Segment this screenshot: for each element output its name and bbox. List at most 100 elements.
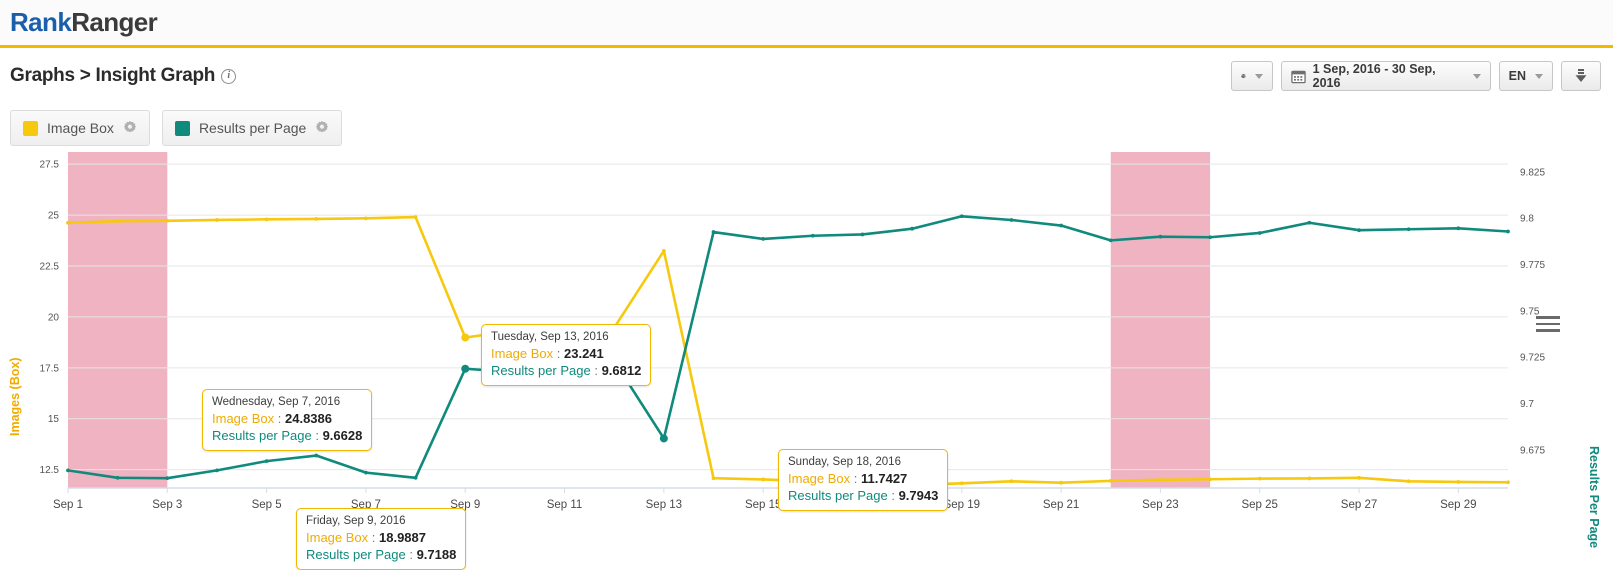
data-point xyxy=(1208,235,1212,239)
logo-ranger: Ranger xyxy=(71,7,157,37)
legend-label-results-per-page: Results per Page xyxy=(199,120,306,136)
data-point xyxy=(1010,218,1014,222)
page-toolbar: Graphs > Insight Graph i 1 Sep, 2016 xyxy=(0,48,1613,104)
legend-label-image-box: Image Box xyxy=(47,120,114,136)
data-point xyxy=(1258,231,1262,235)
date-range-label: 1 Sep, 2016 - 30 Sep, 2016 xyxy=(1313,62,1464,90)
highlight-band xyxy=(68,152,167,488)
page-title: Graphs > Insight Graph xyxy=(10,65,215,87)
hamburger-menu-icon[interactable] xyxy=(1536,316,1560,336)
gear-icon[interactable] xyxy=(123,121,137,135)
calendar-icon xyxy=(1291,69,1306,84)
legend-chip-image-box[interactable]: Image Box xyxy=(10,110,150,146)
left-axis-tick: 22.5 xyxy=(40,261,60,272)
right-axis-tick: 9.7 xyxy=(1520,399,1534,410)
x-axis-tick: Sep 3 xyxy=(152,499,182,511)
data-point xyxy=(66,221,70,225)
highlight-band xyxy=(1111,152,1210,488)
x-axis-tick: Sep 15 xyxy=(745,499,781,511)
gear-icon[interactable] xyxy=(315,121,329,135)
tooltip-date: Sunday, Sep 18, 2016 xyxy=(788,455,938,470)
data-point xyxy=(1307,221,1311,225)
series-legend: Image Box Results per Page xyxy=(0,104,1613,146)
x-axis-tick: Sep 19 xyxy=(944,499,980,511)
language-label: EN xyxy=(1509,69,1526,83)
x-axis-tick: Sep 23 xyxy=(1142,499,1178,511)
left-axis-tick: 15 xyxy=(48,414,60,425)
data-point xyxy=(1506,230,1510,234)
data-point xyxy=(1456,226,1460,230)
data-point xyxy=(66,468,70,472)
data-point xyxy=(1159,235,1163,239)
tooltip-date: Friday, Sep 9, 2016 xyxy=(306,514,456,529)
legend-chip-results-per-page[interactable]: Results per Page xyxy=(162,110,342,146)
tooltip-row-results-per-page: Results per Page : 9.6812 xyxy=(491,362,641,379)
data-point xyxy=(414,476,418,480)
data-point xyxy=(1109,238,1113,242)
chevron-down-icon xyxy=(1535,74,1543,79)
data-point xyxy=(265,217,269,221)
app-header: RankRanger xyxy=(0,0,1613,48)
download-button[interactable] xyxy=(1561,61,1601,91)
data-point xyxy=(1307,477,1311,481)
tooltip-date: Wednesday, Sep 7, 2016 xyxy=(212,395,362,410)
legend-swatch-image-box xyxy=(23,121,38,136)
data-point xyxy=(165,219,169,223)
cube-icon xyxy=(1241,68,1246,84)
tooltip-row-results-per-page: Results per Page : 9.6628 xyxy=(212,427,362,444)
data-point xyxy=(1258,477,1262,481)
data-point xyxy=(960,214,964,218)
data-point xyxy=(1357,476,1361,480)
chevron-down-icon xyxy=(1473,74,1481,79)
x-axis-tick: Sep 11 xyxy=(547,499,583,511)
breadcrumb: Graphs > Insight Graph i xyxy=(10,65,236,87)
tooltip-row-image-box: Image Box : 11.7427 xyxy=(788,470,938,487)
legend-swatch-results-per-page xyxy=(175,121,190,136)
x-axis-tick: Sep 5 xyxy=(252,499,282,511)
data-point xyxy=(811,234,815,238)
x-axis-tick: Sep 21 xyxy=(1043,499,1079,511)
view-selector-button[interactable] xyxy=(1231,61,1273,91)
data-point xyxy=(414,215,418,219)
logo[interactable]: RankRanger xyxy=(10,7,157,38)
data-point xyxy=(265,459,269,463)
chart-tooltip: Friday, Sep 9, 2016Image Box : 18.9887Re… xyxy=(296,508,466,570)
download-icon xyxy=(1573,68,1589,85)
chevron-down-icon xyxy=(1255,74,1263,79)
chart-tooltip: Sunday, Sep 18, 2016Image Box : 11.7427R… xyxy=(778,449,948,511)
data-point xyxy=(1208,477,1212,481)
data-point xyxy=(165,476,169,480)
data-point xyxy=(314,454,318,458)
data-point xyxy=(1109,479,1113,483)
data-point xyxy=(1059,481,1063,485)
tooltip-row-results-per-page: Results per Page : 9.7188 xyxy=(306,546,456,563)
right-axis-tick: 9.825 xyxy=(1520,167,1545,178)
language-selector[interactable]: EN xyxy=(1499,61,1553,91)
left-axis-tick: 17.5 xyxy=(40,363,60,374)
data-point xyxy=(314,217,318,221)
data-point xyxy=(761,478,765,482)
left-axis-tick: 25 xyxy=(48,211,60,222)
data-point xyxy=(910,227,914,231)
logo-rank: Rank xyxy=(10,7,71,37)
right-axis-tick: 9.8 xyxy=(1520,214,1534,225)
right-axis-tick: 9.675 xyxy=(1520,445,1545,456)
data-point xyxy=(116,476,120,480)
data-point xyxy=(1059,224,1063,228)
date-range-picker[interactable]: 1 Sep, 2016 - 30 Sep, 2016 xyxy=(1281,61,1491,91)
highlighted-data-point xyxy=(660,434,668,442)
data-point xyxy=(215,468,219,472)
highlighted-data-point xyxy=(461,334,469,342)
tooltip-date: Tuesday, Sep 13, 2016 xyxy=(491,330,641,345)
info-icon[interactable]: i xyxy=(221,69,236,84)
tooltip-row-image-box: Image Box : 18.9887 xyxy=(306,529,456,546)
tooltip-row-results-per-page: Results per Page : 9.7943 xyxy=(788,487,938,504)
data-point xyxy=(364,216,368,220)
data-point xyxy=(861,233,865,237)
data-point xyxy=(364,471,368,475)
left-axis-tick: 20 xyxy=(48,312,60,323)
data-point xyxy=(712,476,716,480)
data-point xyxy=(1010,479,1014,483)
right-axis-title: Results Per Page xyxy=(1587,446,1601,548)
highlighted-data-point xyxy=(461,365,469,373)
